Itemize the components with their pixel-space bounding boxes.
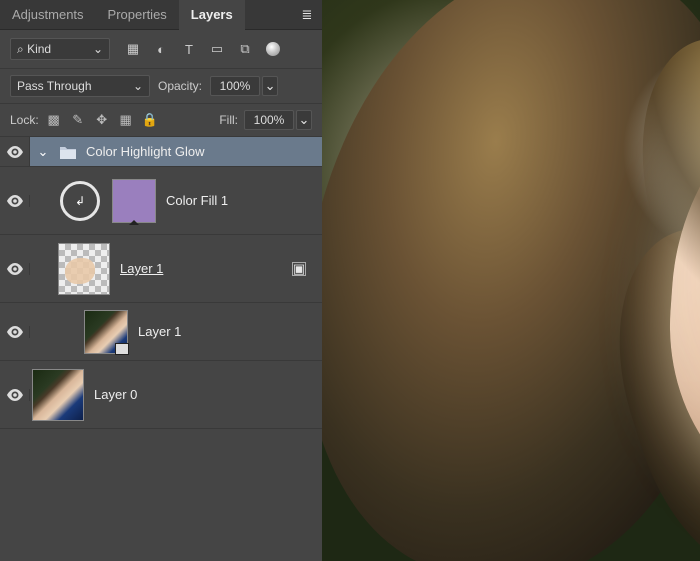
eye-icon — [7, 195, 23, 207]
filter-shape-icon[interactable]: ▭ — [208, 40, 226, 58]
layer-name[interactable]: Layer 0 — [94, 387, 137, 402]
opacity-value-input[interactable]: 100% — [210, 76, 260, 96]
layer-name[interactable]: Color Fill 1 — [166, 193, 228, 208]
filter-pixel-icon[interactable]: ▦ — [124, 40, 142, 58]
panel-menu-icon[interactable]: ≣ — [292, 0, 322, 30]
filter-kind-label: Kind — [27, 42, 51, 56]
fill-stepper[interactable]: ⌄ — [296, 110, 312, 130]
document-canvas[interactable] — [322, 0, 700, 561]
chevron-down-icon: ⌄ — [133, 79, 143, 93]
layer-row-layer1-smart[interactable]: Layer 1 ▣ — [0, 235, 322, 303]
visibility-toggle[interactable] — [0, 195, 30, 207]
filter-adjustment-icon[interactable]: ◐ — [152, 40, 170, 58]
menu-icon: ≣ — [302, 7, 313, 23]
eye-icon — [7, 389, 23, 401]
layer-filter-row: ⌕ Kind ⌄ ▦ ◐ T ▭ ⧉ — [0, 30, 322, 69]
filter-kind-select[interactable]: ⌕ Kind ⌄ — [10, 38, 110, 60]
eye-icon — [7, 146, 23, 158]
visibility-toggle[interactable] — [0, 137, 30, 166]
folder-icon — [60, 145, 76, 159]
layer-thumb[interactable] — [32, 369, 84, 421]
clip-arrow-icon: ↲ — [75, 194, 85, 208]
filter-type-icon[interactable]: T — [180, 40, 198, 58]
lock-all-icon[interactable]: 🔒 — [141, 111, 159, 129]
visibility-toggle[interactable] — [0, 389, 30, 401]
layer-row-layer0[interactable]: Layer 0 — [0, 361, 322, 429]
chevron-down-icon: ⌄ — [265, 78, 276, 94]
filter-toggle-icon[interactable] — [264, 40, 282, 58]
tab-adjustments[interactable]: Adjustments — [0, 0, 96, 30]
group-name[interactable]: Color Highlight Glow — [86, 144, 205, 159]
layer-row-color-fill[interactable]: ↲ Color Fill 1 — [0, 167, 322, 235]
visibility-toggle[interactable] — [0, 326, 30, 338]
lock-artboard-icon[interactable]: ▦ — [117, 111, 135, 129]
layer-name[interactable]: Layer 1 — [138, 324, 181, 339]
chevron-down-icon: ⌄ — [93, 42, 103, 56]
lock-row: Lock: ▩ ✎ ✥ ▦ 🔒 Fill: 100% ⌄ — [0, 104, 322, 137]
opacity-stepper[interactable]: ⌄ — [262, 76, 278, 96]
tab-properties[interactable]: Properties — [96, 0, 179, 30]
layers-panel: Adjustments Properties Layers ≣ ⌕ Kind ⌄… — [0, 0, 322, 561]
visibility-toggle[interactable] — [0, 263, 30, 275]
tab-layers[interactable]: Layers — [179, 0, 245, 30]
eye-icon — [7, 263, 23, 275]
lock-position-icon[interactable]: ✥ — [93, 111, 111, 129]
eye-icon — [7, 326, 23, 338]
blend-row: Pass Through ⌄ Opacity: 100% ⌄ — [0, 69, 322, 104]
layer-thumb[interactable] — [84, 310, 128, 354]
filter-smartobject-icon[interactable]: ⧉ — [236, 40, 254, 58]
layers-list: ⌄ Color Highlight Glow ↲ Color Fill 1 — [0, 137, 322, 561]
layer-thumb-fill[interactable] — [112, 179, 156, 223]
fill-value-input[interactable]: 100% — [244, 110, 294, 130]
layer-name[interactable]: Layer 1 — [120, 261, 163, 276]
clip-indicator: ↲ — [58, 179, 102, 223]
smartobject-badge-icon: ▣ — [292, 262, 306, 276]
group-expand-toggle[interactable]: ⌄ — [36, 144, 50, 160]
fill-label: Fill: — [219, 113, 238, 127]
smartobject-mark-icon — [115, 343, 129, 355]
layer-thumb-smart[interactable] — [58, 243, 110, 295]
lock-label: Lock: — [10, 113, 39, 127]
search-icon: ⌕ — [17, 42, 24, 57]
chevron-down-icon: ⌄ — [299, 112, 310, 128]
layer-group-row[interactable]: ⌄ Color Highlight Glow — [0, 137, 322, 167]
chevron-down-icon: ⌄ — [38, 144, 49, 160]
opacity-label: Opacity: — [158, 79, 202, 93]
blend-mode-value: Pass Through — [17, 79, 92, 93]
blend-mode-select[interactable]: Pass Through ⌄ — [10, 75, 150, 97]
panel-tabs: Adjustments Properties Layers ≣ — [0, 0, 322, 30]
lock-transparency-icon[interactable]: ▩ — [45, 111, 63, 129]
layer-row-layer1[interactable]: Layer 1 — [0, 303, 322, 361]
lock-pixels-icon[interactable]: ✎ — [69, 111, 87, 129]
